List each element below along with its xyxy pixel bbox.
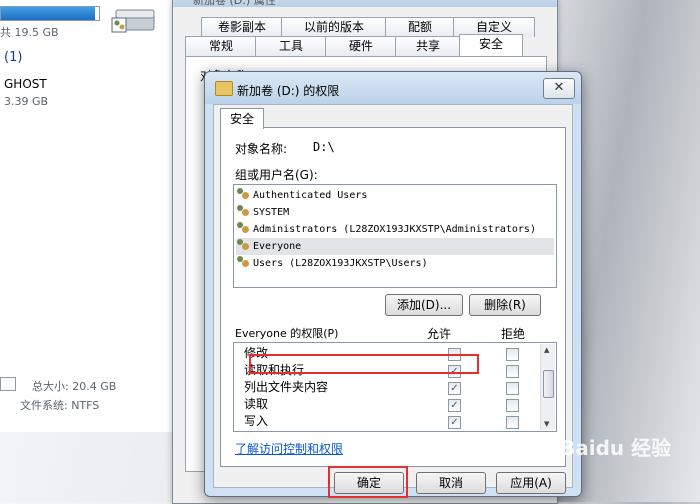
highlight-ok-button bbox=[328, 466, 408, 498]
read-allow-checkbox[interactable]: ✓ bbox=[448, 399, 461, 412]
drive-group-count: (1) bbox=[4, 50, 23, 65]
perm-write: 写入 bbox=[244, 414, 269, 428]
hard-drive-icon bbox=[111, 9, 155, 33]
explorer-window: 共 19.5 GB (1) GHOST 3.39 GB 总大小: 20.4 GB… bbox=[0, 0, 181, 432]
drive-usage-bar bbox=[0, 6, 100, 21]
total-size-label: 总大小: 20.4 GB bbox=[32, 380, 117, 393]
scroll-up-icon[interactable]: ▲ bbox=[544, 346, 549, 354]
user-group-icon bbox=[236, 238, 250, 252]
highlight-modify-row bbox=[249, 354, 479, 374]
user-icon bbox=[236, 204, 250, 218]
read-execute-deny-checkbox[interactable] bbox=[506, 365, 519, 378]
user-label: Everyone bbox=[253, 241, 302, 252]
apply-button[interactable]: 应用(A) bbox=[496, 472, 566, 494]
permissions-dialog: 新加卷 (D:) 的权限 ✕ 安全 对象名称: D:\ 组或用户名(G): Au… bbox=[204, 71, 582, 498]
drive-size-ghost: 3.39 GB bbox=[4, 95, 49, 108]
folder-icon bbox=[215, 81, 233, 96]
list-folder-allow-checkbox[interactable]: ✓ bbox=[448, 382, 461, 395]
add-button[interactable]: 添加(D)... bbox=[385, 294, 463, 316]
write-deny-checkbox[interactable] bbox=[506, 416, 519, 429]
filesystem-label: 文件系统: NTFS bbox=[20, 399, 100, 412]
user-users[interactable]: Users (L28ZOX193JKXSTP\Users) bbox=[236, 255, 554, 272]
user-system[interactable]: SYSTEM bbox=[236, 204, 554, 221]
tab-tools[interactable]: 工具 bbox=[255, 36, 327, 56]
user-authenticated-users[interactable]: Authenticated Users bbox=[236, 187, 554, 204]
modify-deny-checkbox[interactable] bbox=[506, 348, 519, 361]
user-group-icon bbox=[236, 255, 250, 269]
object-name-value: D:\ bbox=[313, 140, 335, 154]
tab-previous-versions[interactable]: 以前的版本 bbox=[281, 17, 387, 37]
user-label: Authenticated Users bbox=[253, 190, 368, 201]
perm-list-folder: 列出文件夹内容 bbox=[244, 380, 329, 394]
user-everyone[interactable]: Everyone bbox=[236, 238, 554, 255]
drive-name-ghost[interactable]: GHOST bbox=[4, 77, 47, 91]
tab-quota[interactable]: 配额 bbox=[385, 17, 455, 37]
user-label: Administrators (L28ZOX193JKXSTP\Administ… bbox=[253, 224, 536, 235]
cancel-button[interactable]: 取消 bbox=[416, 472, 486, 494]
access-control-link[interactable]: 了解访问控制和权限 bbox=[235, 440, 343, 457]
user-label: Users (L28ZOX193JKXSTP\Users) bbox=[253, 258, 428, 269]
group-user-label: 组或用户名(G): bbox=[235, 168, 318, 182]
user-group-icon bbox=[236, 187, 250, 201]
permissions-scrollbar[interactable]: ▲ ▼ bbox=[540, 344, 555, 430]
write-allow-checkbox[interactable]: ✓ bbox=[448, 416, 461, 429]
user-group-icon bbox=[236, 221, 250, 235]
allow-header: 允许 bbox=[427, 327, 452, 341]
permissions-title: 新加卷 (D:) 的权限 bbox=[237, 84, 340, 98]
tab-security[interactable]: 安全 bbox=[459, 34, 523, 57]
remove-button[interactable]: 删除(R) bbox=[469, 294, 541, 316]
list-folder-deny-checkbox[interactable] bbox=[506, 382, 519, 395]
object-name-label: 对象名称: bbox=[235, 142, 288, 156]
permissions-titlebar[interactable]: 新加卷 (D:) 的权限 ✕ bbox=[205, 72, 581, 104]
security-panel: 对象名称: D:\ 组或用户名(G): Authenticated Users … bbox=[220, 127, 566, 467]
tab-shadow-copies[interactable]: 卷影副本 bbox=[201, 17, 283, 37]
properties-title: 新加卷 (D:) 属性 bbox=[193, 0, 276, 7]
perm-read: 读取 bbox=[244, 397, 269, 411]
close-button[interactable]: ✕ bbox=[543, 78, 575, 99]
user-administrators[interactable]: Administrators (L28ZOX193JKXSTP\Administ… bbox=[236, 221, 554, 238]
tab-sharing[interactable]: 共享 bbox=[395, 36, 461, 56]
user-label: SYSTEM bbox=[253, 207, 290, 218]
drive-thumb bbox=[0, 377, 16, 391]
read-deny-checkbox[interactable] bbox=[506, 399, 519, 412]
permissions-for-label: Everyone 的权限(P) bbox=[235, 327, 339, 340]
scroll-down-icon[interactable]: ▼ bbox=[544, 420, 549, 428]
tab-security-perm[interactable]: 安全 bbox=[220, 108, 264, 129]
watermark: Baidu 经验 bbox=[560, 436, 672, 460]
user-listbox[interactable]: Authenticated Users SYSTEM Administrator… bbox=[233, 184, 557, 288]
tab-hardware[interactable]: 硬件 bbox=[325, 36, 397, 56]
tab-general[interactable]: 常规 bbox=[185, 36, 257, 56]
free-space-text: 共 19.5 GB bbox=[0, 26, 59, 39]
scroll-thumb[interactable] bbox=[543, 370, 554, 398]
permissions-client: 安全 对象名称: D:\ 组或用户名(G): Authenticated Use… bbox=[213, 104, 573, 498]
deny-header: 拒绝 bbox=[501, 327, 526, 341]
